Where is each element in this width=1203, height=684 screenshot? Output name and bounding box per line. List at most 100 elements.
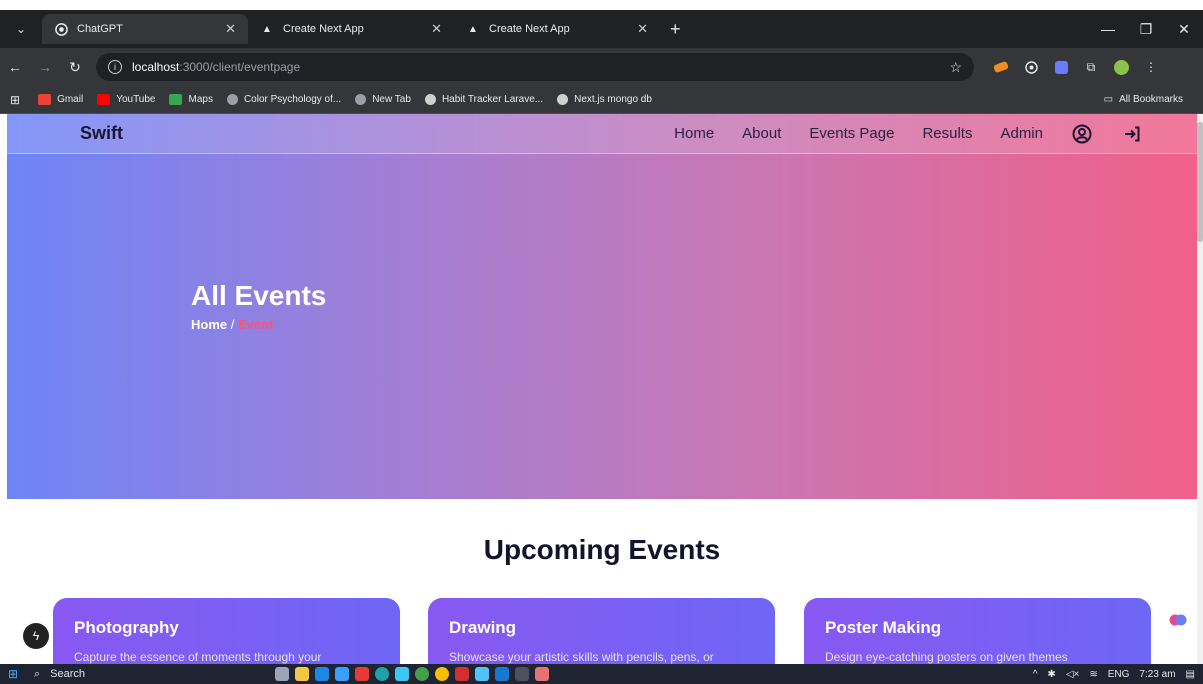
app-icon[interactable]: [415, 667, 429, 681]
outlook-icon[interactable]: [315, 667, 329, 681]
close-tab-icon[interactable]: ✕: [225, 21, 236, 37]
new-tab-button[interactable]: +: [660, 19, 691, 40]
tab-create-next-app-1[interactable]: ▲ Create Next App ✕: [248, 14, 454, 44]
extensions-puzzle-icon[interactable]: ⧉: [1078, 56, 1104, 78]
lightning-icon[interactable]: ϟ: [23, 623, 49, 649]
user-profile-icon[interactable]: [1071, 123, 1093, 145]
app-icon[interactable]: [455, 667, 469, 681]
app-icon[interactable]: [355, 667, 369, 681]
brain-extension-icon[interactable]: [1167, 609, 1189, 631]
nav-admin[interactable]: Admin: [1000, 125, 1043, 142]
extension-icon[interactable]: [1018, 56, 1044, 78]
openai-icon: [424, 94, 436, 105]
chevron-up-icon[interactable]: ^: [1033, 669, 1038, 680]
triangle-icon: ▲: [468, 23, 478, 35]
section-title: Upcoming Events: [483, 534, 721, 565]
speaker-icon[interactable]: ◁×: [1066, 669, 1080, 680]
clock[interactable]: 7:23 am: [1139, 669, 1175, 680]
app-icon[interactable]: [535, 667, 549, 681]
address-bar[interactable]: i localhost:3000/client/eventpage ☆: [96, 53, 974, 81]
windows-taskbar: ⊞ ⌕ Search ^ ✱ ◁× ≋ ENG 7:23 am ▤: [0, 664, 1203, 684]
taskbar-search[interactable]: ⌕ Search: [26, 668, 256, 681]
globe-icon: [355, 94, 367, 105]
apps-grid-icon[interactable]: ⊞: [10, 93, 20, 107]
window-controls: — ❐ ✕: [1089, 10, 1203, 48]
keyboard-language[interactable]: ENG: [1108, 669, 1130, 680]
page-title: All Events: [191, 280, 327, 311]
system-tray: ^ ✱ ◁× ≋ ENG 7:23 am ▤: [1033, 669, 1195, 680]
mail-icon[interactable]: [475, 667, 489, 681]
event-card-drawing[interactable]: Drawing Showcase your artistic skills wi…: [428, 598, 775, 664]
extension-icon[interactable]: [988, 56, 1014, 78]
event-card-description: Capture the essence of moments through y…: [74, 650, 322, 664]
breadcrumb-home[interactable]: Home: [191, 317, 227, 332]
triangle-icon: ▲: [262, 23, 272, 35]
bluetooth-icon[interactable]: ✱: [1047, 669, 1055, 680]
bookmark-color-psychology[interactable]: Color Psychology of...: [226, 94, 341, 105]
breadcrumb-current: Event: [238, 317, 274, 332]
event-card-description: Showcase your artistic skills with penci…: [449, 650, 714, 664]
event-card-description: Design eye-catching posters on given the…: [825, 650, 1068, 664]
chrome-icon[interactable]: [435, 667, 449, 681]
edge-icon[interactable]: [375, 667, 389, 681]
close-tab-icon[interactable]: ✕: [431, 21, 442, 37]
nav-events-page[interactable]: Events Page: [809, 125, 894, 142]
windows-start-icon[interactable]: ⊞: [0, 667, 26, 681]
youtube-icon: [97, 94, 111, 105]
gmail-icon: [38, 94, 52, 105]
folder-icon: ▭: [1103, 94, 1114, 105]
reload-icon[interactable]: ↻: [60, 59, 90, 76]
tab-search-icon[interactable]: ⌄: [0, 22, 42, 36]
vscode-icon[interactable]: [495, 667, 509, 681]
event-card-title: Poster Making: [825, 618, 942, 637]
bookmark-youtube[interactable]: YouTube: [97, 94, 155, 105]
nav-about[interactable]: About: [742, 125, 781, 142]
store-icon[interactable]: [335, 667, 349, 681]
minimize-icon[interactable]: —: [1089, 21, 1127, 37]
browser-tab-bar: ⌄ ChatGPT ✕ ▲ Create Next App ✕ ▲ Create…: [0, 10, 1203, 48]
profile-avatar-icon[interactable]: [1108, 56, 1134, 78]
site-brand[interactable]: Swift: [80, 123, 123, 144]
restore-icon[interactable]: ❐: [1127, 21, 1165, 38]
all-bookmarks[interactable]: ▭ All Bookmarks: [1104, 94, 1183, 105]
login-icon[interactable]: [1121, 123, 1143, 145]
extensions-bar: ⧉ ⋮: [986, 56, 1166, 78]
openai-icon: [54, 22, 68, 36]
taskbar-apps: [272, 667, 552, 681]
nav-home[interactable]: Home: [674, 125, 714, 142]
scrollbar-thumb[interactable]: [1197, 122, 1203, 242]
taskbar-search-label: Search: [50, 668, 86, 680]
site-info-icon[interactable]: i: [108, 60, 122, 74]
back-icon[interactable]: ←: [0, 59, 30, 75]
hero-banner: Swift Home About Events Page Results Adm…: [7, 114, 1197, 499]
wifi-icon[interactable]: ≋: [1089, 669, 1097, 680]
browser-menu-icon[interactable]: ⋮: [1138, 56, 1164, 78]
file-explorer-icon[interactable]: [295, 667, 309, 681]
bookmark-new-tab[interactable]: New Tab: [355, 94, 411, 105]
extension-icon[interactable]: [1048, 56, 1074, 78]
close-window-icon[interactable]: ✕: [1165, 21, 1203, 38]
app-icon[interactable]: [395, 667, 409, 681]
terminal-icon[interactable]: [515, 667, 529, 681]
globe-icon: [226, 94, 238, 105]
forward-icon[interactable]: →: [30, 59, 60, 75]
tab-title: ChatGPT: [77, 23, 123, 35]
task-view-icon[interactable]: [275, 667, 289, 681]
nav-results[interactable]: Results: [922, 125, 972, 142]
tab-title: Create Next App: [489, 23, 570, 35]
tab-create-next-app-2[interactable]: ▲ Create Next App ✕: [454, 14, 660, 44]
bookmark-star-icon[interactable]: ☆: [949, 59, 962, 76]
bookmark-nextjs-mongo[interactable]: Next.js mongo db: [557, 94, 652, 105]
bookmark-maps[interactable]: Maps: [169, 94, 213, 105]
event-card-photography[interactable]: Photography Capture the essence of momen…: [53, 598, 400, 664]
event-card-title: Drawing: [449, 618, 517, 637]
tab-chatgpt[interactable]: ChatGPT ✕: [42, 14, 248, 44]
web-page: Swift Home About Events Page Results Adm…: [7, 114, 1197, 664]
event-card-poster-making[interactable]: Poster Making Design eye-catching poster…: [804, 598, 1151, 664]
maps-icon: [169, 94, 183, 105]
notification-icon[interactable]: ▤: [1186, 669, 1195, 680]
close-tab-icon[interactable]: ✕: [637, 21, 648, 37]
bookmark-gmail[interactable]: Gmail: [38, 94, 83, 105]
bookmark-habit-tracker[interactable]: Habit Tracker Larave...: [424, 94, 543, 105]
breadcrumb: Home / Event: [191, 317, 273, 332]
